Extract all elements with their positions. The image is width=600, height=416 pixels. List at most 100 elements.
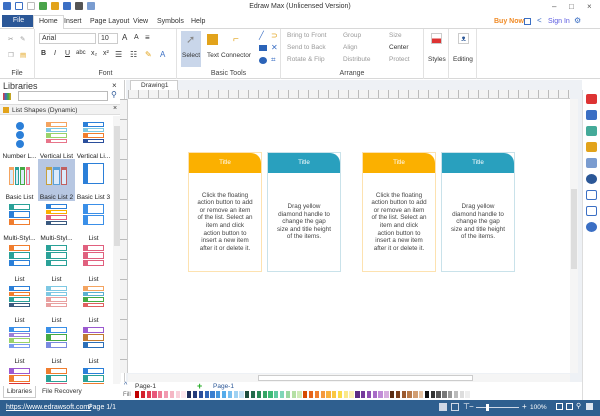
color-swatch[interactable] (303, 391, 308, 398)
align-button[interactable]: Align (343, 44, 357, 51)
color-swatch[interactable] (285, 391, 291, 398)
library-menu-icon[interactable] (3, 93, 11, 100)
color-swatch[interactable] (308, 391, 314, 398)
library-shape[interactable]: List (38, 323, 75, 365)
color-swatch[interactable] (413, 391, 418, 398)
close-libraries-icon[interactable]: × (112, 81, 117, 90)
curve-icon[interactable]: ⊃ (271, 31, 278, 40)
document-tab[interactable]: Drawing1 (130, 80, 178, 90)
crop-icon[interactable]: ⌗ (271, 55, 276, 65)
sign-in-link[interactable]: Sign In (548, 18, 570, 25)
color-swatch[interactable] (192, 391, 198, 398)
fit-page-icon[interactable] (556, 403, 563, 410)
protect-button[interactable]: Protect (389, 56, 410, 63)
close-category-icon[interactable]: × (113, 105, 117, 112)
library-shape[interactable]: Basic List (1, 159, 38, 201)
library-shape[interactable]: List (75, 323, 112, 365)
image-icon[interactable] (586, 126, 597, 136)
color-swatch[interactable] (424, 391, 430, 398)
color-swatch[interactable] (326, 391, 331, 398)
color-swatch[interactable] (239, 391, 244, 398)
color-swatch[interactable] (349, 391, 354, 398)
library-shape[interactable]: List (75, 200, 112, 242)
data-icon[interactable] (586, 142, 597, 152)
website-link[interactable]: https://www.edrawsoft.com/ (6, 404, 91, 411)
color-swatch[interactable] (297, 391, 302, 398)
add-page-icon[interactable]: + (197, 381, 202, 391)
color-swatch[interactable] (448, 391, 453, 398)
tab-help[interactable]: Help (186, 16, 210, 27)
styles-button[interactable]: Styles (424, 29, 449, 79)
size-button[interactable]: Size (389, 32, 402, 39)
shrink-font-icon[interactable]: A (134, 34, 139, 41)
tab-insert[interactable]: Insert (59, 16, 87, 27)
library-search-input[interactable] (18, 91, 108, 101)
page-tab-active[interactable]: Page-1 (213, 383, 234, 390)
library-shape[interactable]: Basic List 2 (38, 159, 75, 201)
color-swatch[interactable] (279, 391, 285, 398)
library-shape[interactable]: Vertical List (38, 118, 75, 160)
document-icon[interactable] (586, 190, 597, 200)
bold-icon[interactable]: B (41, 50, 46, 57)
color-swatch[interactable] (221, 391, 227, 398)
zoom-out-button[interactable]: − (469, 402, 474, 411)
align-icon[interactable]: ≡ (145, 33, 150, 42)
color-swatch[interactable] (198, 391, 204, 398)
color-swatch[interactable] (355, 391, 360, 398)
cross-icon[interactable]: ✕ (271, 43, 278, 52)
select-button[interactable]: ➚ Select (181, 31, 201, 67)
paste-icon[interactable]: ▤ (20, 51, 26, 59)
color-swatch[interactable] (291, 391, 296, 398)
list-item-card[interactable]: Title Click the floating action button to… (188, 152, 262, 272)
page-view-icon[interactable] (451, 403, 459, 411)
fill-panel-icon[interactable] (586, 94, 597, 104)
zoom-in-button[interactable]: + (522, 402, 527, 411)
color-swatch[interactable] (274, 391, 279, 398)
color-swatch[interactable] (465, 391, 470, 398)
tab-symbols[interactable]: Symbols (152, 16, 189, 27)
color-swatch[interactable] (227, 391, 233, 398)
buy-now-link[interactable]: Buy Now (494, 18, 524, 25)
library-shape[interactable]: List (75, 282, 112, 324)
list-item-card[interactable]: Title Drag yellow diamond handle to chang… (441, 152, 515, 272)
color-swatch[interactable] (216, 391, 221, 398)
format-painter-icon[interactable]: ✎ (20, 35, 25, 43)
color-swatch[interactable] (245, 391, 250, 398)
scrollbar-thumb[interactable] (258, 375, 473, 381)
color-swatch[interactable] (337, 391, 343, 398)
library-shape[interactable] (38, 364, 75, 384)
layers-icon[interactable] (586, 110, 597, 120)
color-swatch[interactable] (436, 391, 441, 398)
zoom-slider-handle[interactable] (486, 404, 489, 411)
editing-button[interactable]: ᴥ Editing (449, 29, 477, 79)
comment-icon[interactable] (586, 206, 597, 216)
color-swatch[interactable] (366, 391, 372, 398)
color-swatch[interactable] (135, 391, 140, 398)
library-shape[interactable]: Multi-Styl... (38, 200, 75, 242)
italic-icon[interactable]: I (54, 50, 56, 57)
collapse-icon[interactable]: ^ (124, 382, 127, 389)
color-swatch[interactable] (372, 391, 377, 398)
color-swatch[interactable] (146, 391, 151, 398)
color-swatch[interactable] (407, 391, 412, 398)
rectangle-icon[interactable] (259, 45, 267, 51)
library-shape[interactable]: Multi-Styl... (1, 200, 38, 242)
color-swatch[interactable] (233, 391, 238, 398)
share-icon[interactable]: < (537, 16, 542, 25)
color-swatch[interactable] (181, 391, 186, 398)
page-selector[interactable]: Page-1 (135, 383, 156, 390)
color-swatch[interactable] (256, 391, 262, 398)
color-swatch[interactable] (210, 391, 215, 398)
color-swatch[interactable] (187, 391, 192, 398)
normal-view-icon[interactable] (439, 403, 447, 411)
library-shape[interactable]: Basic List 3 (75, 159, 112, 201)
library-shape[interactable] (1, 364, 38, 384)
color-swatch[interactable] (175, 391, 180, 398)
globe-icon[interactable] (586, 174, 597, 184)
strikethrough-icon[interactable]: abc (76, 50, 86, 56)
font-size-select[interactable]: 10 (98, 33, 118, 44)
fit-width-icon[interactable] (566, 403, 573, 410)
color-swatch[interactable] (163, 391, 169, 398)
color-swatch[interactable] (250, 391, 256, 398)
ellipse-icon[interactable] (259, 57, 267, 64)
